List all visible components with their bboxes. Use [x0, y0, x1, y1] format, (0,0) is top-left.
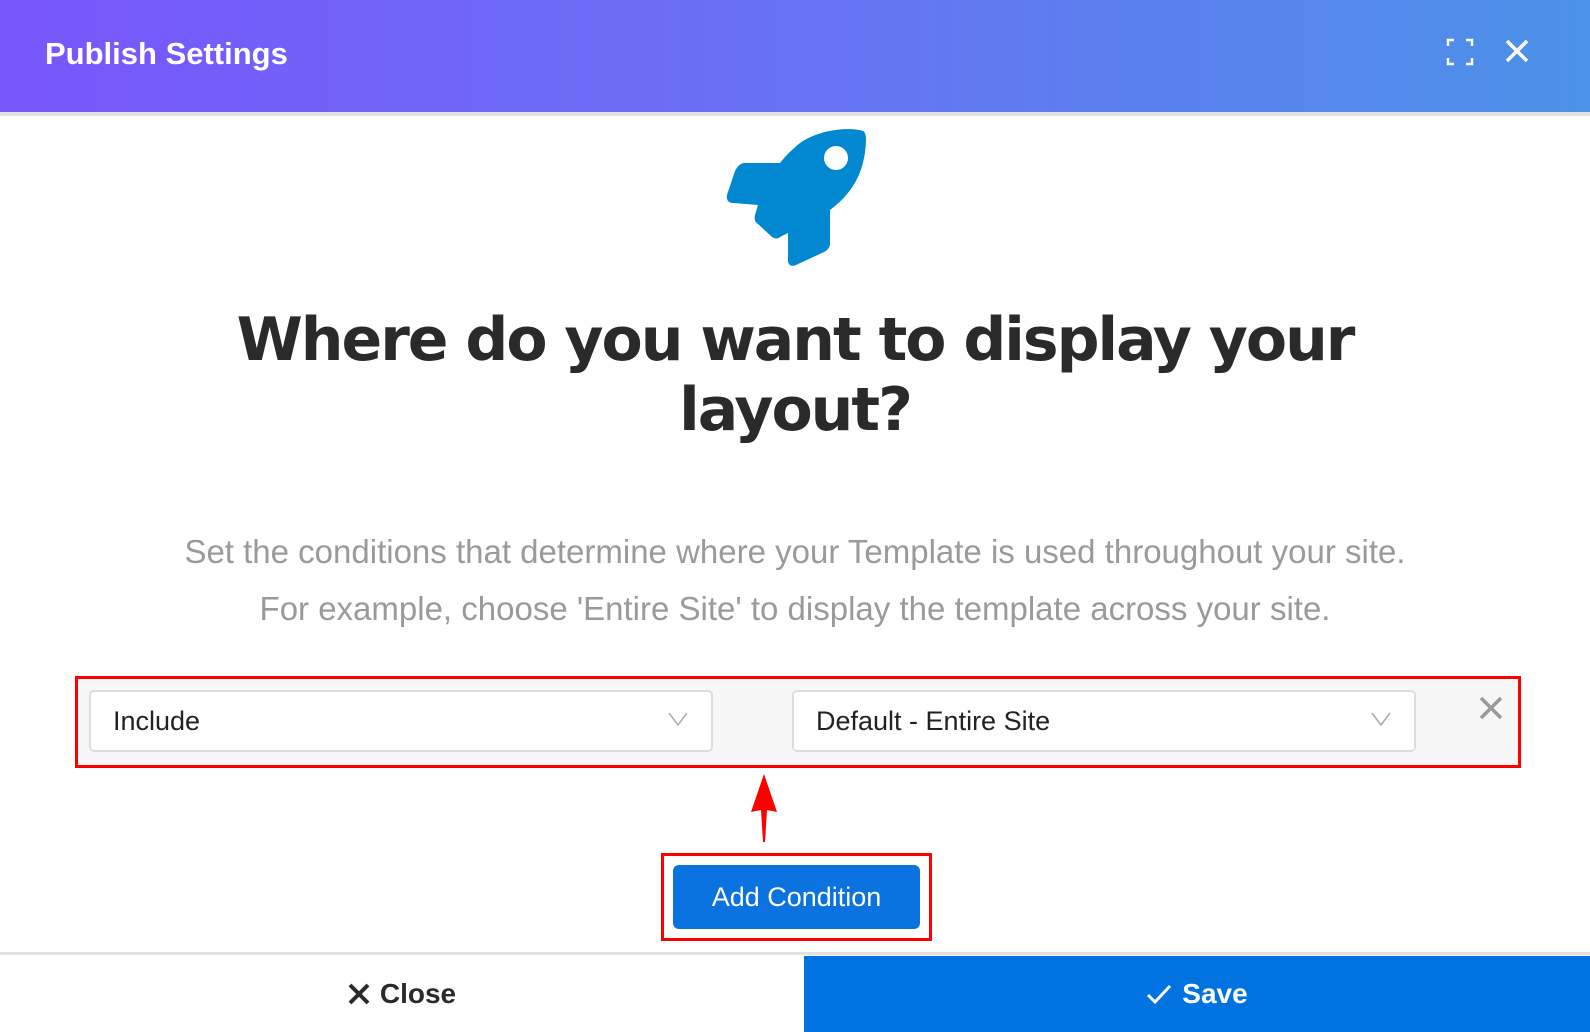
description: Set the conditions that determine where …	[184, 533, 1406, 570]
condition-type-select[interactable]: Include	[89, 690, 713, 752]
footer-divider	[0, 952, 1590, 955]
close-modal-button[interactable]	[1504, 38, 1534, 68]
select-value: Include	[113, 706, 201, 736]
remove-condition-icon[interactable]	[1478, 695, 1504, 721]
rocket-icon	[726, 129, 866, 266]
annotation-highlight: Add Condition	[661, 853, 932, 941]
close-button[interactable]: Close	[0, 956, 804, 1032]
fullscreen-icon	[1446, 38, 1474, 66]
condition-target-select[interactable]: Default - Entire Site	[792, 690, 1416, 752]
fullscreen-button[interactable]	[1446, 38, 1476, 68]
page-heading: Where do you want to display your layout…	[150, 305, 1440, 445]
close-label: Close	[379, 978, 457, 1009]
check-icon	[1147, 984, 1172, 1005]
description: For example, choose 'Entire Site' to dis…	[259, 590, 1331, 627]
add-condition-button[interactable]: Add Condition	[673, 865, 920, 929]
close-icon	[1505, 39, 1529, 63]
chevron-down-icon	[668, 712, 688, 727]
heading-line: layout?	[679, 375, 913, 445]
heading-line: Where do you want to display your	[236, 305, 1356, 375]
condition-row: Include Default - Entire Site	[75, 676, 1521, 768]
annotation-arrow	[751, 774, 777, 842]
select-value: Default - Entire Site	[816, 706, 1051, 736]
save-button[interactable]: Save	[804, 956, 1590, 1032]
chevron-down-icon	[1371, 712, 1391, 727]
close-icon	[348, 983, 370, 1005]
save-label: Save	[1182, 978, 1248, 1009]
modal-header: Publish Settings	[0, 0, 1590, 112]
modal-title: Publish Settings	[45, 36, 288, 71]
